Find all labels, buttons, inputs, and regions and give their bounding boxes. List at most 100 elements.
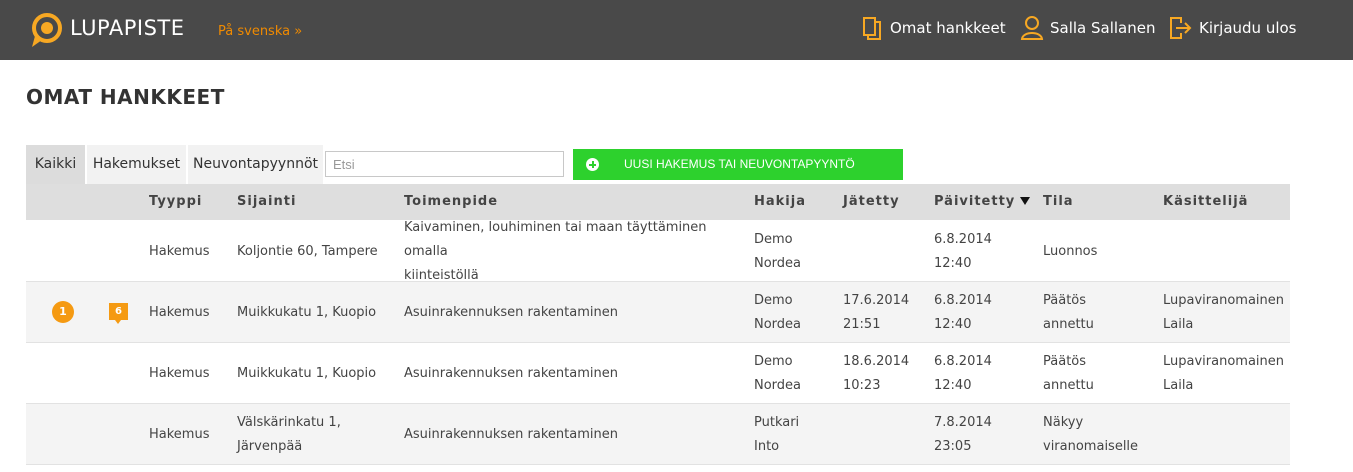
cell-type: Hakemus bbox=[149, 243, 210, 259]
cell-location-line: Koljontie 60, Tampere bbox=[237, 243, 378, 259]
cell-operation-line: Kaivaminen, louhiminen tai maan täyttämi… bbox=[404, 219, 707, 259]
cell-state-line: annettu bbox=[1043, 377, 1094, 393]
attention-badge: 1 bbox=[52, 301, 74, 323]
cell-handler-line: Laila bbox=[1163, 377, 1194, 393]
cell-operation-line: Asuinrakennuksen rakentaminen bbox=[404, 365, 618, 381]
cell-type: Hakemus bbox=[149, 426, 210, 442]
nav-logout[interactable]: Kirjaudu ulos bbox=[1169, 14, 1297, 42]
cell-location: Muikkukatu 1, Kuopio bbox=[237, 282, 397, 343]
page-title: OMAT HANKKEET bbox=[26, 85, 225, 109]
comment-count-icon: 6 bbox=[109, 303, 128, 324]
cell-applicant-line: Nordea bbox=[754, 255, 802, 271]
cell-updated: 6.8.2014 12:40 bbox=[934, 282, 992, 343]
cell-updated-line: 12:40 bbox=[934, 255, 972, 271]
cell-applicant-line: Demo bbox=[754, 292, 793, 308]
search-input[interactable] bbox=[325, 151, 564, 177]
cell-applicant: Demo Nordea bbox=[754, 343, 801, 404]
cell-location-line: Välskärinkatu 1, bbox=[237, 414, 341, 430]
cell-location-line: Järvenpää bbox=[237, 438, 303, 454]
nav-my-projects-label: Omat hankkeet bbox=[890, 19, 1006, 37]
cell-updated-line: 6.8.2014 bbox=[934, 292, 992, 308]
brand-name[interactable]: LUPAPISTE bbox=[70, 16, 185, 40]
cell-updated-line: 6.8.2014 bbox=[934, 231, 992, 247]
cell-submitted-line: 21:51 bbox=[843, 316, 881, 332]
cell-updated-line: 6.8.2014 bbox=[934, 353, 992, 369]
cell-applicant-line: Nordea bbox=[754, 316, 802, 332]
cell-handler-line: Lupaviranomainen bbox=[1163, 353, 1284, 369]
top-bar: LUPAPISTE På svenska » Omat hankkeet Sal… bbox=[0, 0, 1353, 60]
sort-descending-icon bbox=[1020, 197, 1031, 205]
new-application-button[interactable]: UUSI HAKEMUS TAI NEUVONTAPYYNTÖ bbox=[573, 149, 903, 180]
column-header-updated-label: Päivitetty bbox=[934, 194, 1016, 209]
cell-updated-line: 12:40 bbox=[934, 377, 972, 393]
column-header-submitted[interactable]: Jätetty bbox=[843, 184, 900, 220]
cell-location-line: Muikkukatu 1, Kuopio bbox=[237, 304, 377, 320]
cell-handler: Lupaviranomainen Laila bbox=[1163, 343, 1284, 404]
cell-location: Välskärinkatu 1, Järvenpää bbox=[237, 404, 397, 465]
cell-handler: Lupaviranomainen Laila bbox=[1163, 282, 1284, 343]
lupapiste-logo-icon[interactable] bbox=[30, 12, 63, 48]
column-header-location[interactable]: Sijainti bbox=[237, 184, 397, 220]
table-row[interactable]: Hakemus Välskärinkatu 1, Järvenpää Asuinrak… bbox=[26, 404, 1290, 465]
cell-operation-line: Asuinrakennuksen rakentaminen bbox=[404, 426, 618, 442]
user-icon bbox=[1020, 16, 1044, 40]
cell-applicant: Putkari Into bbox=[754, 404, 799, 465]
cell-state: Luonnos bbox=[1043, 221, 1097, 282]
column-header-state[interactable]: Tila bbox=[1043, 184, 1074, 220]
cell-handler-line: Lupaviranomainen bbox=[1163, 292, 1284, 308]
cell-state-line: viranomaiselle bbox=[1043, 438, 1139, 454]
cell-location: Muikkukatu 1, Kuopio bbox=[237, 343, 397, 404]
cell-state-line: Päätös bbox=[1043, 292, 1087, 308]
cell-submitted-line: 10:23 bbox=[843, 377, 881, 393]
nav-user-label: Salla Sallanen bbox=[1050, 19, 1156, 37]
column-header-updated[interactable]: Päivitetty bbox=[934, 184, 1031, 220]
nav-my-projects[interactable]: Omat hankkeet bbox=[862, 14, 1006, 42]
cell-handler-line: Laila bbox=[1163, 316, 1194, 332]
cell-updated: 6.8.2014 12:40 bbox=[934, 221, 992, 282]
cell-applicant-line: Putkari bbox=[754, 414, 800, 430]
cell-state-line: Näkyy bbox=[1043, 414, 1084, 430]
column-header-handler[interactable]: Käsittelijä bbox=[1163, 184, 1248, 220]
cell-submitted: 18.6.2014 10:23 bbox=[843, 343, 909, 404]
cell-state-line: Luonnos bbox=[1043, 243, 1098, 259]
cell-updated-line: 23:05 bbox=[934, 438, 972, 454]
cell-operation: Asuinrakennuksen rakentaminen bbox=[404, 343, 744, 404]
cell-applicant: Demo Nordea bbox=[754, 221, 801, 282]
plus-icon bbox=[586, 158, 599, 171]
cell-type: Hakemus bbox=[149, 365, 210, 381]
tab-applications[interactable]: Hakemukset bbox=[87, 145, 186, 184]
cell-operation: Asuinrakennuksen rakentaminen bbox=[404, 282, 744, 343]
cell-operation: Kaivaminen, louhiminen tai maan täyttämi… bbox=[404, 220, 744, 283]
table-row[interactable]: 1 6 Hakemus Muikkukatu 1, Kuopio Asuinrakenn… bbox=[26, 282, 1290, 343]
table-row[interactable]: Hakemus Muikkukatu 1, Kuopio Asuinrakennuk… bbox=[26, 343, 1290, 404]
cell-state: Päätös annettu bbox=[1043, 343, 1094, 404]
cell-state-line: Päätös bbox=[1043, 353, 1087, 369]
cell-location-line: Muikkukatu 1, Kuopio bbox=[237, 365, 377, 381]
language-switch-link[interactable]: På svenska » bbox=[218, 23, 302, 41]
tab-inquiries[interactable]: Neuvontapyynnöt bbox=[188, 145, 323, 184]
cell-state: Päätös annettu bbox=[1043, 282, 1094, 343]
column-header-applicant[interactable]: Hakija bbox=[754, 184, 806, 220]
logout-icon bbox=[1170, 17, 1192, 39]
cell-operation-line: Asuinrakennuksen rakentaminen bbox=[404, 304, 618, 320]
cell-updated: 6.8.2014 12:40 bbox=[934, 343, 992, 404]
cell-applicant-line: Demo bbox=[754, 231, 793, 247]
nav-user[interactable]: Salla Sallanen bbox=[1020, 14, 1156, 42]
column-header-type[interactable]: Tyyppi bbox=[149, 184, 202, 220]
cell-state-line: annettu bbox=[1043, 316, 1094, 332]
table-row[interactable]: Hakemus Koljontie 60, Tampere Kaivaminen, … bbox=[26, 220, 1290, 283]
cell-operation: Asuinrakennuksen rakentaminen bbox=[404, 404, 744, 465]
cell-submitted-line: 18.6.2014 bbox=[843, 353, 910, 369]
cell-state: Näkyy viranomaiselle bbox=[1043, 404, 1138, 465]
tab-all[interactable]: Kaikki bbox=[26, 145, 85, 184]
new-application-label: UUSI HAKEMUS TAI NEUVONTAPYYNTÖ bbox=[624, 157, 855, 171]
cell-applicant-line: Nordea bbox=[754, 377, 802, 393]
cell-submitted: 17.6.2014 21:51 bbox=[843, 282, 909, 343]
cell-submitted-line: 17.6.2014 bbox=[843, 292, 910, 308]
cell-applicant: Demo Nordea bbox=[754, 282, 801, 343]
cell-updated: 7.8.2014 23:05 bbox=[934, 404, 992, 465]
cell-type: Hakemus bbox=[149, 304, 210, 320]
cell-updated-line: 12:40 bbox=[934, 316, 972, 332]
cell-updated-line: 7.8.2014 bbox=[934, 414, 992, 430]
nav-logout-label: Kirjaudu ulos bbox=[1199, 19, 1297, 37]
